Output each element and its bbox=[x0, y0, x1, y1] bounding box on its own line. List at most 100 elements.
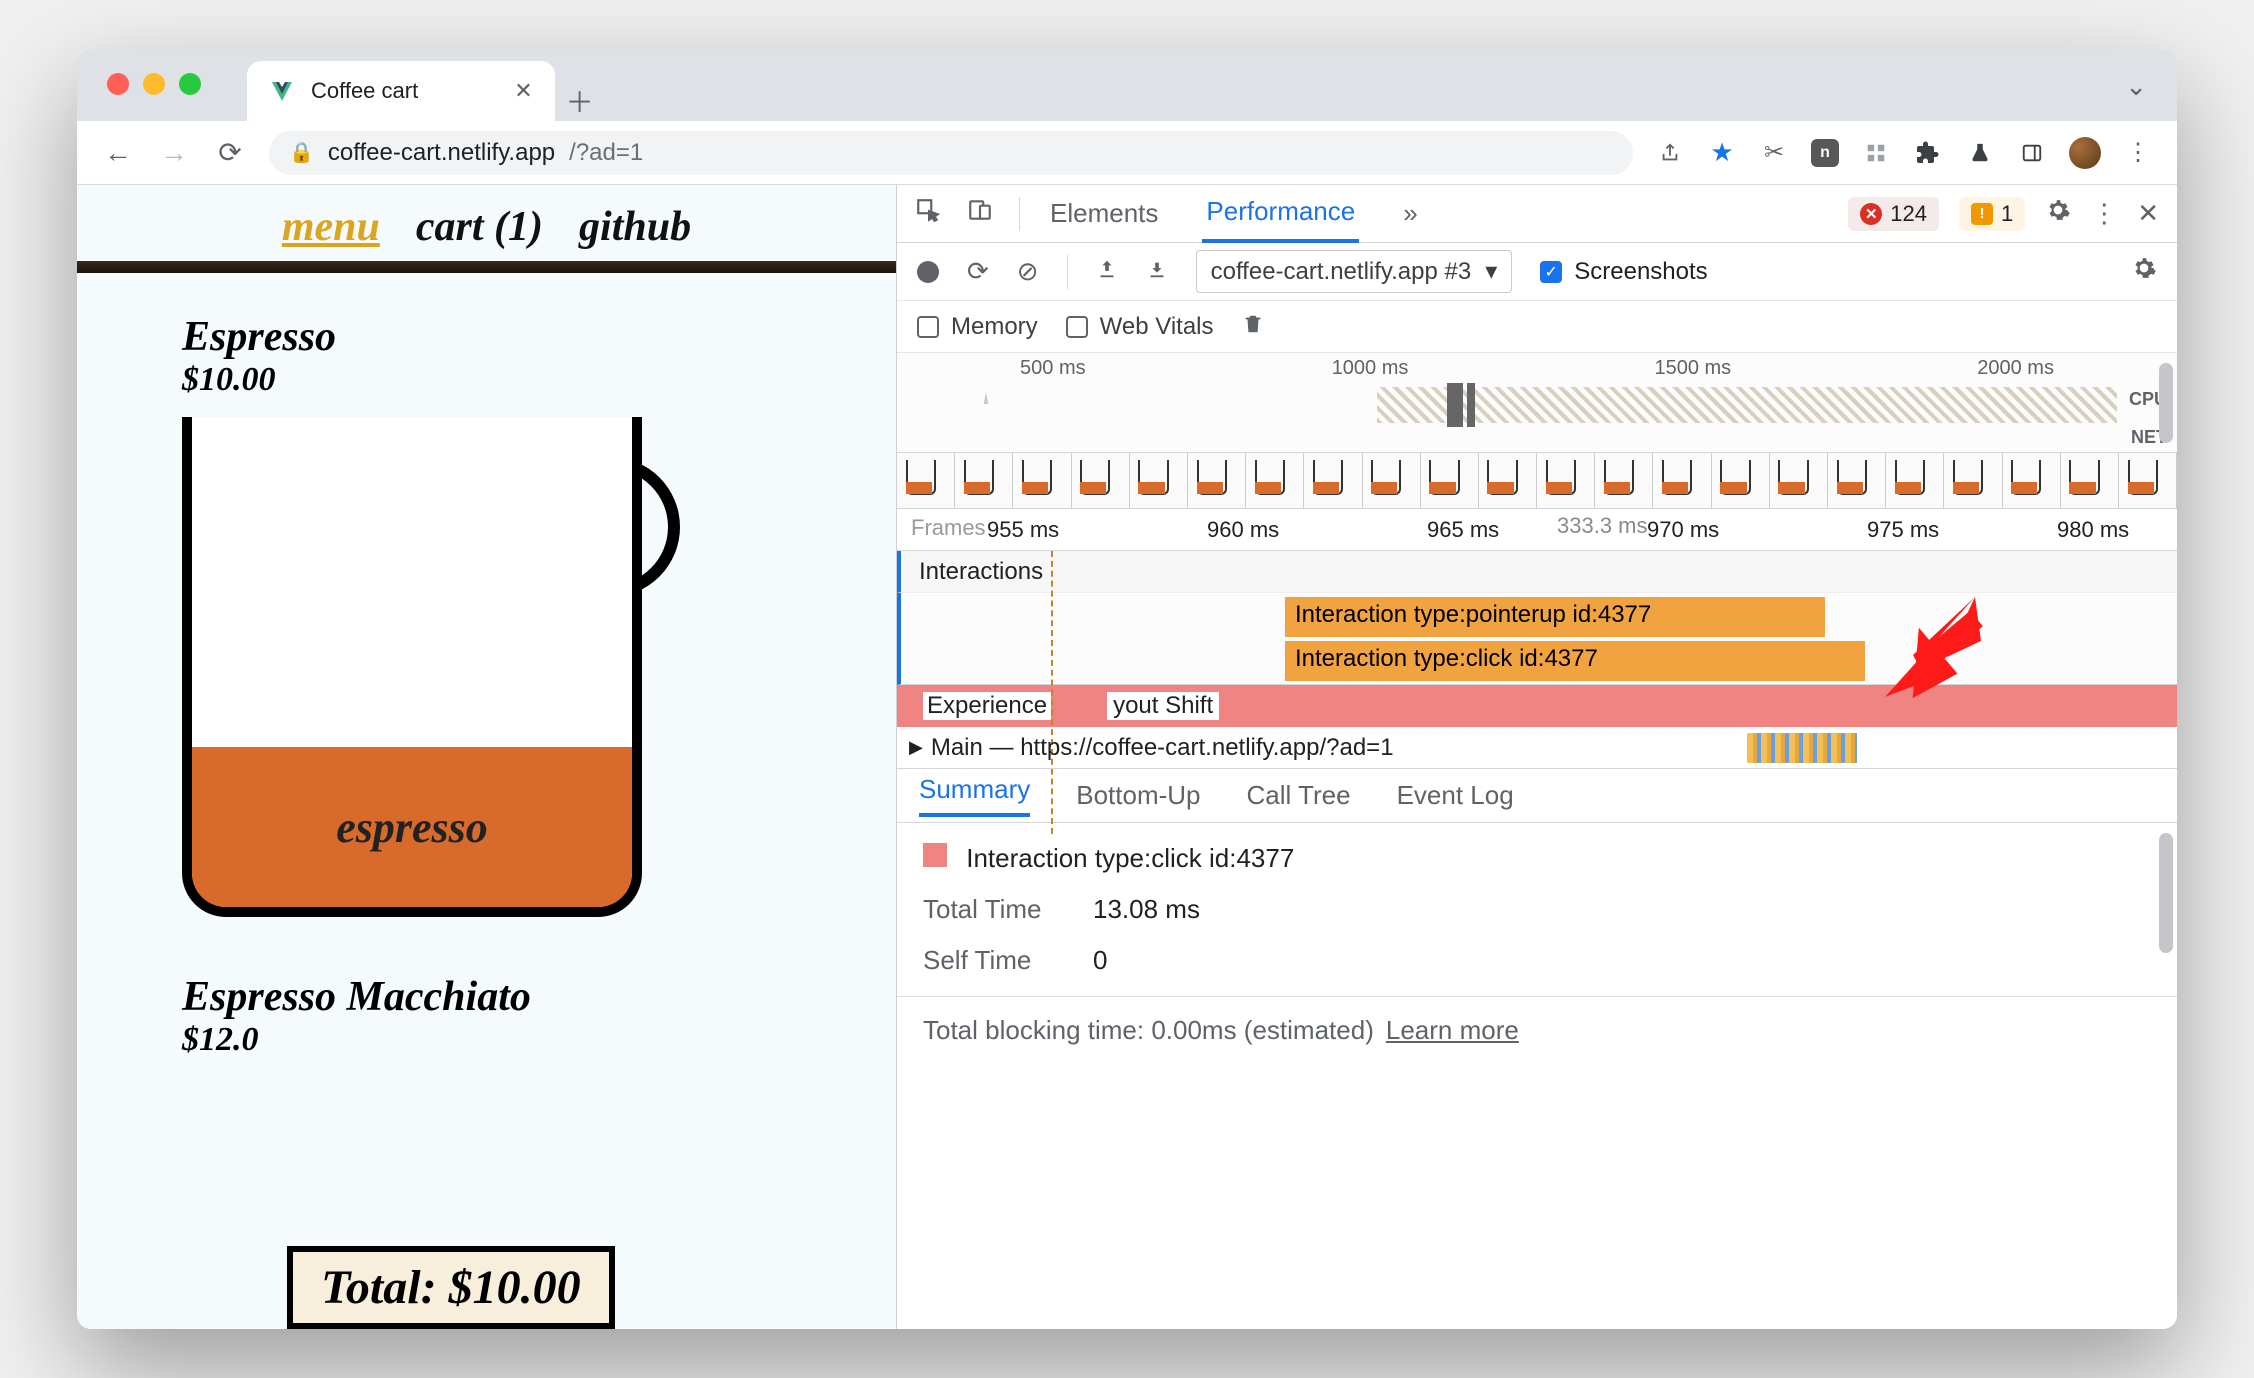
tab-performance[interactable]: Performance bbox=[1202, 184, 1359, 243]
tab-call-tree[interactable]: Call Tree bbox=[1247, 780, 1351, 811]
devtools-tabs: Elements Performance » bbox=[1046, 184, 1422, 243]
gear-icon[interactable] bbox=[2045, 197, 2071, 230]
recording-select[interactable]: coffee-cart.netlify.app #3 ▾ bbox=[1196, 250, 1513, 293]
tab-bottom-up[interactable]: Bottom-Up bbox=[1076, 780, 1200, 811]
summary-self-key: Self Time bbox=[923, 945, 1063, 976]
tab-coffee-cart[interactable]: Coffee cart ✕ bbox=[247, 61, 555, 121]
filmstrip-thumb bbox=[1421, 453, 1479, 508]
devtools-kebab-icon[interactable]: ⋮ bbox=[2091, 198, 2117, 229]
window-controls bbox=[107, 73, 201, 95]
omnibox[interactable]: 🔒 coffee-cart.netlify.app/?ad=1 bbox=[269, 131, 1633, 175]
ruler-tick: 965 ms bbox=[1427, 517, 1499, 543]
filmstrip-thumb bbox=[1886, 453, 1944, 508]
nav-menu[interactable]: menu bbox=[282, 203, 380, 251]
summary-panel: Interaction type:click id:4377 Total Tim… bbox=[897, 823, 2177, 996]
scrollbar-thumb[interactable] bbox=[2159, 363, 2173, 443]
overview-selection-marker bbox=[1447, 383, 1463, 427]
reload-record-icon[interactable]: ⟳ bbox=[967, 256, 989, 287]
puzzle-extensions-icon[interactable] bbox=[1913, 138, 1943, 168]
interaction-bar-click[interactable]: Interaction type:click id:4377 bbox=[1285, 641, 1865, 681]
interaction-bar-pointerup[interactable]: Interaction type:pointerup id:4377 bbox=[1285, 597, 1825, 637]
device-mode-icon[interactable] bbox=[967, 197, 993, 230]
tab-event-log[interactable]: Event Log bbox=[1397, 780, 1514, 811]
tbt-learn-more-link[interactable]: Learn more bbox=[1386, 1015, 1519, 1046]
close-window-button[interactable] bbox=[107, 73, 129, 95]
filmstrip-thumb bbox=[1072, 453, 1130, 508]
scrollbar-thumb[interactable] bbox=[2159, 833, 2173, 953]
filmstrip-thumb bbox=[1363, 453, 1421, 508]
page-viewport: menu cart (1) github Espresso $10.00 esp… bbox=[77, 185, 897, 1329]
inspect-element-icon[interactable] bbox=[915, 197, 941, 230]
summary-title: Interaction type:click id:4377 bbox=[966, 843, 1294, 873]
expand-tabs-icon[interactable]: ⌄ bbox=[2125, 71, 2147, 102]
product-price: $10.00 bbox=[182, 361, 796, 399]
kebab-menu-icon[interactable]: ⋮ bbox=[2123, 138, 2153, 168]
profile-avatar[interactable] bbox=[2069, 137, 2101, 169]
nav-github[interactable]: github bbox=[579, 203, 691, 251]
product-espresso: Espresso $10.00 espresso bbox=[77, 273, 896, 947]
time-marker-line bbox=[1051, 551, 1053, 834]
share-icon[interactable] bbox=[1655, 138, 1685, 168]
filmstrip-thumb bbox=[2119, 453, 2177, 508]
perf-settings-gear-icon[interactable] bbox=[2131, 255, 2157, 288]
tab-elements[interactable]: Elements bbox=[1046, 186, 1162, 241]
trash-icon[interactable] bbox=[1242, 311, 1264, 342]
forward-button[interactable]: → bbox=[157, 136, 191, 170]
tab-summary[interactable]: Summary bbox=[919, 774, 1030, 817]
filmstrip[interactable] bbox=[897, 453, 2177, 509]
cup-fill: espresso bbox=[192, 747, 632, 907]
close-tab-icon[interactable]: ✕ bbox=[514, 78, 532, 104]
scissors-icon[interactable]: ✂ bbox=[1759, 138, 1789, 168]
summary-total-key: Total Time bbox=[923, 894, 1063, 925]
sidepanel-icon[interactable] bbox=[2017, 138, 2047, 168]
ov-tick: 2000 ms bbox=[1977, 357, 2054, 380]
screenshots-checkbox[interactable]: ✓ Screenshots bbox=[1540, 258, 1707, 286]
cup-graphic[interactable]: espresso bbox=[182, 417, 672, 947]
filmstrip-thumb bbox=[1304, 453, 1362, 508]
product-espresso-macchiato: Espresso Macchiato $12.0 bbox=[77, 947, 896, 1059]
download-icon[interactable] bbox=[1146, 256, 1168, 287]
screenshots-label: Screenshots bbox=[1574, 258, 1707, 286]
main-thread-row[interactable]: ▶ Main — https://coffee-cart.netlify.app… bbox=[897, 727, 2177, 769]
summary-total-row: Total Time 13.08 ms bbox=[923, 894, 2151, 925]
record-button[interactable] bbox=[917, 261, 939, 283]
summary-tabs: Summary Bottom-Up Call Tree Event Log bbox=[897, 769, 2177, 823]
minimize-window-button[interactable] bbox=[143, 73, 165, 95]
bookmark-star-icon[interactable]: ★ bbox=[1707, 138, 1737, 168]
clear-icon[interactable]: ⊘ bbox=[1017, 256, 1039, 287]
timeline-ruler[interactable]: Frames 333.3 ms 955 ms 960 ms 965 ms 970… bbox=[897, 509, 2177, 551]
devtools-header-right: ✕124 !1 ⋮ ✕ bbox=[1848, 197, 2159, 231]
performance-toolbar: ⟳ ⊘ coffee-cart.netlify.app #3 ▾ ✓ Scree… bbox=[897, 243, 2177, 301]
summary-self-value: 0 bbox=[1093, 945, 1107, 976]
errors-badge[interactable]: ✕124 bbox=[1848, 197, 1939, 231]
close-devtools-icon[interactable]: ✕ bbox=[2137, 198, 2159, 229]
memory-label: Memory bbox=[951, 313, 1038, 341]
filmstrip-thumb bbox=[1712, 453, 1770, 508]
overview-spikes bbox=[937, 388, 1077, 428]
flask-experiments-icon[interactable] bbox=[1965, 138, 1995, 168]
grid-extension-icon[interactable] bbox=[1861, 138, 1891, 168]
back-button[interactable]: ← bbox=[101, 136, 135, 170]
ov-tick: 500 ms bbox=[1020, 357, 1086, 380]
tab-more[interactable]: » bbox=[1399, 186, 1421, 241]
ruler-tick: 960 ms bbox=[1207, 517, 1279, 543]
overview-minimap[interactable]: 500 ms 1000 ms 1500 ms 2000 ms CPU NET bbox=[897, 353, 2177, 453]
reload-button[interactable]: ⟳ bbox=[213, 136, 247, 170]
fps-label: 333.3 ms bbox=[1557, 513, 1648, 539]
performance-toolbar-2: Memory Web Vitals bbox=[897, 301, 2177, 353]
toolbar-right: ★ ✂ n ⋮ bbox=[1655, 137, 2153, 169]
disclosure-triangle-icon[interactable]: ▶ bbox=[909, 737, 923, 758]
webvitals-checkbox[interactable]: Web Vitals bbox=[1066, 313, 1214, 341]
new-tab-button[interactable]: ＋ bbox=[555, 81, 605, 121]
filmstrip-thumb bbox=[1246, 453, 1304, 508]
warnings-badge[interactable]: !1 bbox=[1959, 197, 2025, 231]
upload-icon[interactable] bbox=[1096, 256, 1118, 287]
nav-cart[interactable]: cart (1) bbox=[416, 203, 543, 251]
warnings-count: 1 bbox=[2001, 201, 2013, 227]
fullscreen-window-button[interactable] bbox=[179, 73, 201, 95]
total-button[interactable]: Total: $10.00 bbox=[287, 1246, 615, 1329]
fill-label: espresso bbox=[336, 802, 488, 853]
cup-body-icon: espresso bbox=[182, 417, 642, 917]
extension-n-icon[interactable]: n bbox=[1811, 139, 1839, 167]
memory-checkbox[interactable]: Memory bbox=[917, 313, 1038, 341]
